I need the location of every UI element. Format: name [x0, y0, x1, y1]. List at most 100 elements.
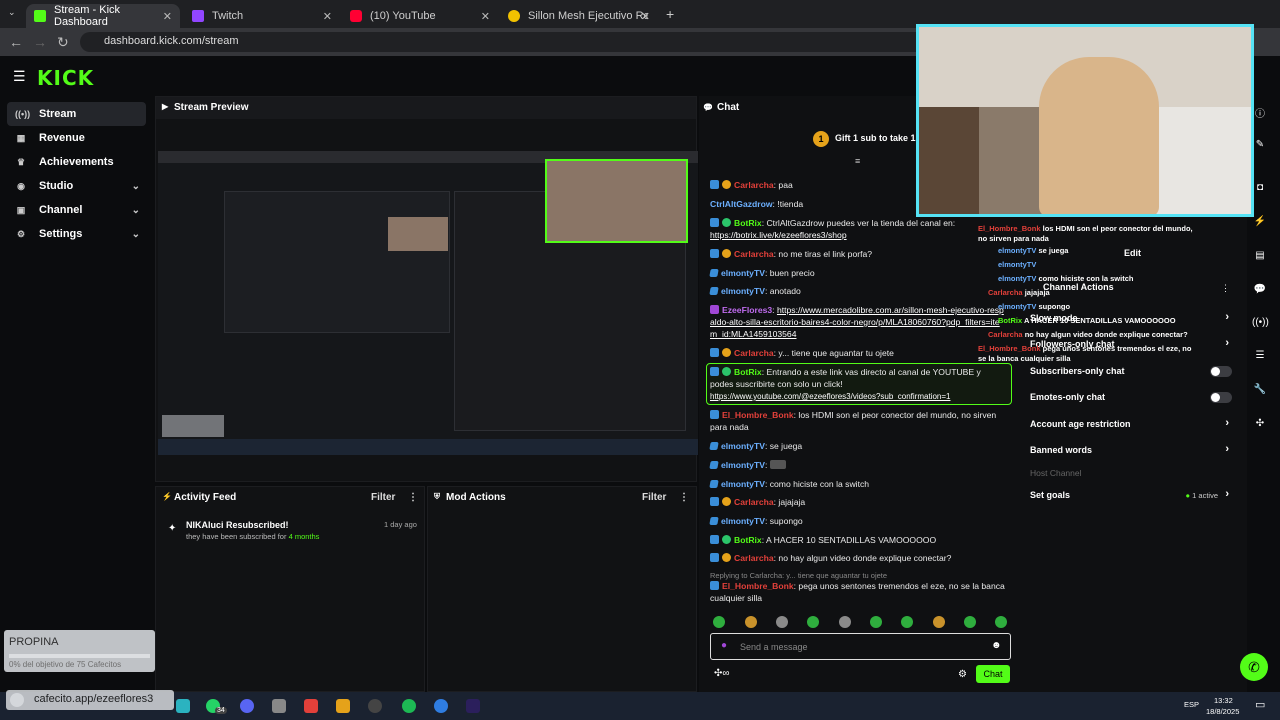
more-options-icon[interactable]: ⋮ [408, 492, 418, 503]
chat-username[interactable]: elmontyTV [721, 286, 765, 296]
chevron-right-icon: › [1225, 311, 1229, 323]
filter-button[interactable]: Filter [371, 492, 395, 503]
list-icon[interactable]: ☰ [1252, 350, 1268, 366]
premiere-icon[interactable] [466, 699, 480, 713]
language-indicator[interactable]: ESP [1184, 700, 1199, 709]
spotify-icon[interactable] [402, 699, 416, 713]
chat-username[interactable]: Carlarcha [734, 348, 774, 358]
app-icon[interactable] [336, 699, 350, 713]
broadcast-icon[interactable]: ((•)) [1252, 317, 1269, 333]
clock-date[interactable]: 18/8/2025 [1206, 707, 1239, 716]
chat-username[interactable]: elmontyTV [721, 479, 765, 489]
close-icon[interactable]: ✕ [163, 10, 172, 23]
overlay-username: BotRix [998, 316, 1023, 325]
chat-username[interactable]: Carlarcha [734, 497, 774, 507]
sidebar-item-achievements[interactable]: ♛ Achievements [7, 150, 146, 174]
setting-emotes-only[interactable]: Emotes-only chat [1030, 392, 1232, 403]
sidebar-item-settings[interactable]: ⚙ Settings ⌄ [7, 222, 146, 246]
sidebar-item-stream[interactable]: ((•)) Stream [7, 102, 146, 126]
menu-icon[interactable]: ☰ [13, 68, 26, 85]
tab-mercadolibre[interactable]: Sillon Mesh Ejecutivo Respaldo ✕ [500, 4, 658, 28]
app-icon[interactable] [304, 699, 318, 713]
discord-icon[interactable] [240, 699, 254, 713]
more-options-icon[interactable]: ⋮ [1221, 283, 1230, 294]
pinned-toggle-icon[interactable]: ≡ [855, 156, 860, 166]
obs-icon[interactable] [368, 699, 382, 713]
chat-username[interactable]: elmontyTV [721, 441, 765, 451]
pencil-icon[interactable]: ✎ [1252, 139, 1268, 155]
close-icon[interactable]: ✕ [323, 10, 332, 23]
chat-username[interactable]: Carlarcha [734, 249, 774, 259]
chat-username[interactable]: elmontyTV [721, 516, 765, 526]
extensions-icon[interactable]: ✣ [1252, 418, 1268, 434]
more-options-icon[interactable]: ⋮ [679, 492, 689, 503]
chat-username[interactable]: elmontyTV [721, 460, 765, 470]
emote-icon[interactable] [745, 616, 757, 628]
chat-username[interactable]: EzeeFlores3 [722, 305, 772, 315]
chat-username[interactable]: Carlarcha [734, 180, 774, 190]
emote-icon[interactable] [776, 616, 788, 628]
tab-youtube[interactable]: (10) YouTube ✕ [342, 4, 498, 28]
chat-input[interactable]: ● Send a message ☻ [710, 633, 1011, 660]
chat-link[interactable]: https://www.youtube.com/@ezeeflores3/vid… [710, 392, 950, 401]
chat-username[interactable]: BotRix [734, 535, 762, 545]
reload-icon[interactable]: ↻ [57, 34, 69, 51]
emote-icon[interactable] [933, 616, 945, 628]
filter-button[interactable]: Filter [642, 492, 666, 503]
sidebar-item-revenue[interactable]: ▦ Revenue [7, 126, 146, 150]
chat-message: El_Hombre_Bonk: pega unos sentones treme… [710, 580, 1010, 604]
sidebar-item-studio[interactable]: ◉ Studio ⌄ [7, 174, 146, 198]
app-icon[interactable] [176, 699, 190, 713]
wrench-icon[interactable]: 🔧 [1252, 384, 1268, 400]
camera-icon[interactable]: ◘ [1252, 182, 1268, 198]
emoji-icon[interactable]: ☻ [991, 640, 1002, 651]
emotes-only-toggle[interactable] [1210, 392, 1232, 403]
info-icon[interactable]: ⓘ [1252, 105, 1268, 121]
setting-set-goals[interactable]: Set goals ● 1 active › [1030, 488, 1232, 500]
chat-username[interactable]: Carlarcha [734, 553, 774, 563]
close-icon[interactable]: ✕ [641, 10, 650, 23]
subscribers-only-toggle[interactable] [1210, 366, 1232, 377]
chat-username[interactable]: elmontyTV [721, 268, 765, 278]
tab-twitch[interactable]: Twitch ✕ [184, 4, 340, 28]
notification-icon[interactable]: ▭ [1255, 698, 1265, 711]
setting-account-age[interactable]: Account age restriction › [1030, 417, 1232, 429]
chat-tools-icon[interactable]: ✣∞ [714, 668, 730, 679]
setting-banned-words[interactable]: Banned words › [1030, 443, 1232, 455]
app-icon[interactable] [272, 699, 286, 713]
forward-icon[interactable]: → [33, 34, 47, 50]
sidebar-item-label: Stream [39, 108, 77, 120]
app-icon[interactable] [434, 699, 448, 713]
close-icon[interactable]: ✕ [481, 10, 490, 23]
bolt-icon[interactable]: ⚡ [1252, 216, 1268, 232]
stream-video[interactable] [158, 151, 698, 455]
chat-username[interactable]: CtrlAltGazdrow [710, 199, 773, 209]
tab-search-icon[interactable]: ⌄ [8, 7, 16, 18]
new-tab-icon[interactable]: + [666, 6, 674, 22]
emote-icon[interactable] [995, 616, 1007, 628]
sidebar-item-channel[interactable]: ▣ Channel ⌄ [7, 198, 146, 222]
chat-username[interactable]: BotRix [734, 218, 762, 228]
chat-username[interactable]: El_Hombre_Bonk [722, 581, 794, 591]
emote-icon[interactable] [870, 616, 882, 628]
chat-send-button[interactable]: Chat [976, 665, 1010, 683]
kick-logo[interactable]: KICK [37, 66, 94, 90]
emote-icon[interactable] [807, 616, 819, 628]
message-icon[interactable]: 💬 [1252, 284, 1268, 300]
chat-username[interactable]: El_Hombre_Bonk [722, 410, 794, 420]
emote-icon[interactable] [901, 616, 913, 628]
back-icon[interactable]: ← [9, 34, 23, 50]
chat-link[interactable]: https://botrix.live/k/ezeeflores3/shop [710, 230, 847, 240]
emote-icon[interactable] [964, 616, 976, 628]
gear-icon[interactable]: ⚙ [958, 669, 967, 680]
chat-username[interactable]: BotRix [734, 367, 762, 377]
setting-subscribers-only[interactable]: Subscribers-only chat [1030, 366, 1232, 377]
clock-time[interactable]: 13:32 [1214, 696, 1233, 705]
gift-banner[interactable]: Gift 1 sub to take 1st [835, 133, 924, 143]
emote-icon[interactable] [713, 616, 725, 628]
microphone-icon[interactable]: ● [721, 640, 727, 651]
clipboard-icon[interactable]: ▤ [1252, 250, 1268, 266]
emote-icon[interactable] [839, 616, 851, 628]
tab-kick-dashboard[interactable]: Stream - Kick Dashboard ✕ [26, 4, 180, 28]
support-chat-button[interactable]: ✆ [1240, 653, 1268, 681]
